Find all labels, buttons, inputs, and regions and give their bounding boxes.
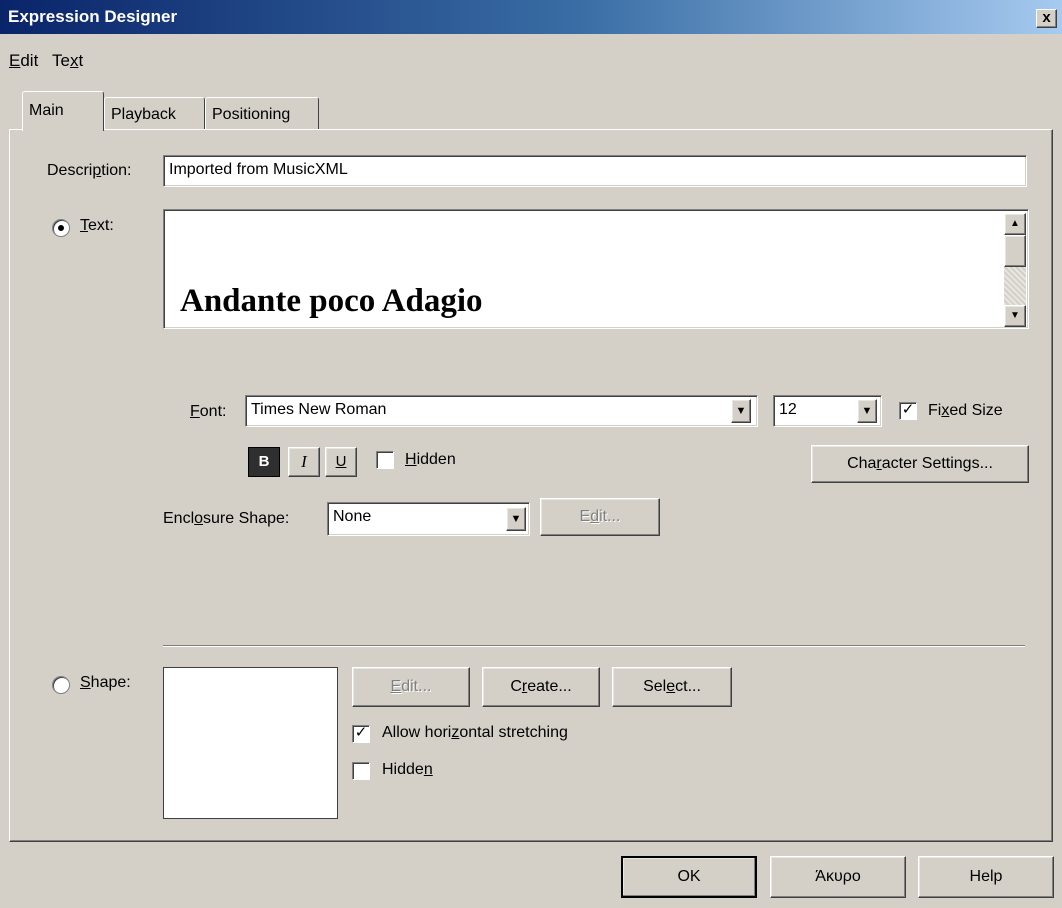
close-icon: x: [1042, 9, 1051, 26]
underline-button[interactable]: U: [325, 447, 357, 477]
enclosure-label: Enclosure Shape:: [163, 510, 290, 527]
description-label: Description:: [47, 162, 132, 179]
enclosure-edit-button[interactable]: Edit...: [540, 498, 660, 536]
shape-edit-button[interactable]: Edit...: [352, 667, 470, 707]
hidden-label: Hidden: [405, 451, 456, 468]
ok-button[interactable]: OK: [621, 856, 757, 898]
enclosure-dropdown-button[interactable]: ▼: [506, 507, 526, 531]
chevron-down-icon: ▼: [735, 405, 747, 417]
arrow-down-icon: ▼: [1010, 310, 1020, 321]
bold-button[interactable]: B: [248, 447, 280, 477]
create-button[interactable]: Create...: [482, 667, 600, 707]
section-separator: [163, 645, 1025, 647]
scroll-thumb[interactable]: [1004, 235, 1026, 267]
text-radio[interactable]: [52, 219, 70, 237]
enclosure-select[interactable]: None: [327, 502, 530, 536]
font-label: Font:: [190, 403, 227, 420]
menu-text[interactable]: Text: [52, 51, 83, 71]
shape-hidden-checkbox[interactable]: [352, 762, 370, 780]
shape-hidden-label: Hidden: [382, 761, 433, 778]
help-button[interactable]: Help: [918, 856, 1054, 898]
checkmark-icon: ✓: [354, 724, 368, 741]
italic-button[interactable]: I: [288, 447, 320, 477]
menu-edit[interactable]: Edit: [9, 51, 38, 71]
cancel-button[interactable]: Άκυρο: [770, 856, 906, 898]
checkmark-icon: ✓: [901, 401, 915, 418]
allow-stretch-checkbox[interactable]: ✓: [352, 725, 370, 743]
chevron-down-icon: ▼: [861, 405, 873, 417]
text-editor-content[interactable]: Andante poco Adagio: [180, 283, 483, 320]
font-dropdown-button[interactable]: ▼: [731, 399, 751, 423]
character-settings-button[interactable]: Character Settings...: [811, 445, 1029, 483]
close-button[interactable]: x: [1036, 9, 1057, 28]
hidden-checkbox[interactable]: [376, 451, 394, 469]
tab-join: [23, 128, 103, 131]
font-size-dropdown-button[interactable]: ▼: [857, 399, 877, 423]
tab-main[interactable]: Main: [22, 91, 104, 131]
arrow-up-icon: ▲: [1010, 218, 1020, 229]
shape-preview: [163, 667, 338, 819]
chevron-down-icon: ▼: [510, 513, 522, 525]
allow-stretch-label: Allow horizontal stretching: [382, 724, 568, 741]
font-select[interactable]: Times New Roman: [245, 395, 758, 427]
select-button[interactable]: Select...: [612, 667, 732, 707]
scroll-down-button[interactable]: ▼: [1004, 305, 1026, 327]
window-title: Expression Designer: [8, 7, 178, 26]
description-input[interactable]: Imported from MusicXML: [163, 155, 1027, 187]
fixed-size-checkbox[interactable]: ✓: [899, 402, 917, 420]
shape-radio[interactable]: [52, 676, 70, 694]
scroll-up-button[interactable]: ▲: [1004, 213, 1026, 235]
text-radio-label: Text:: [80, 217, 114, 234]
tab-playback[interactable]: Playback: [104, 97, 205, 129]
tab-positioning[interactable]: Positioning: [205, 97, 319, 129]
fixed-size-label: Fixed Size: [928, 402, 1003, 419]
shape-radio-label: Shape:: [80, 674, 131, 691]
